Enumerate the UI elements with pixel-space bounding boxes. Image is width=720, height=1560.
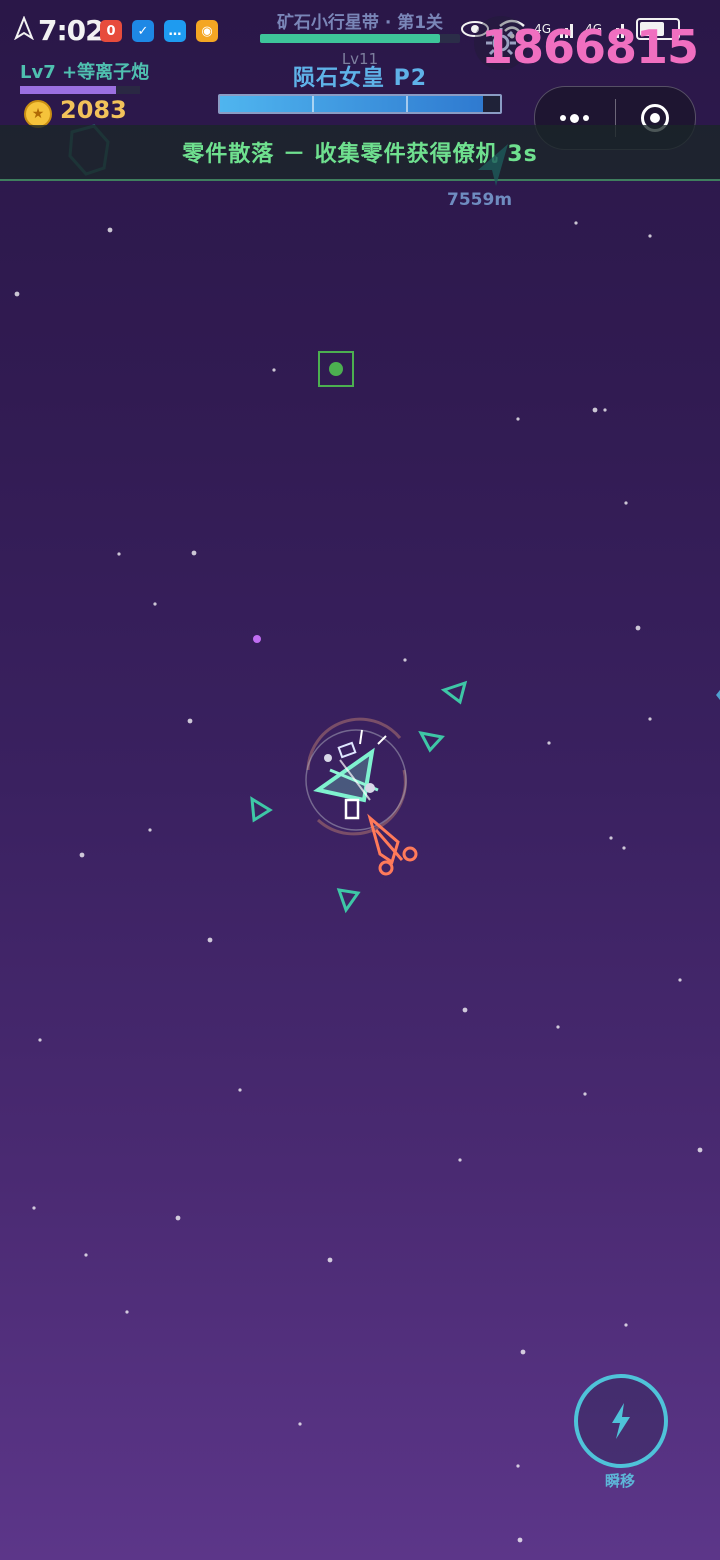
enemy-drone <box>250 796 273 823</box>
enemy-drone <box>336 888 361 914</box>
game-field <box>250 635 720 914</box>
wingman-ship <box>367 813 418 876</box>
enemy-bullet <box>253 635 261 643</box>
teleport-label: 瞬移 <box>604 1472 635 1490</box>
enemy-drone <box>418 730 445 753</box>
enemy-drone <box>440 680 468 705</box>
lightning-icon <box>612 1403 630 1439</box>
teleport-button[interactable] <box>574 1374 668 1468</box>
player-ship <box>313 729 387 820</box>
offscreen-marker <box>716 690 720 700</box>
